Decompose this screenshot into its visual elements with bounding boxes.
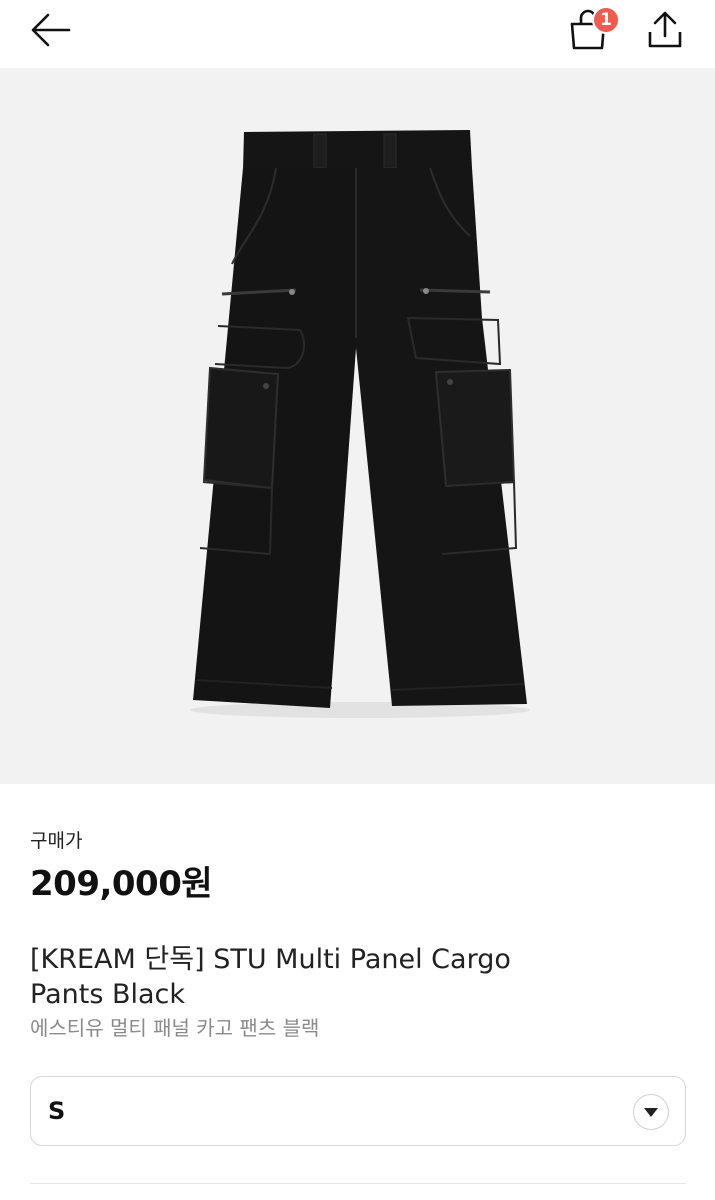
size-value: S bbox=[48, 1097, 66, 1125]
top-bar: 1 bbox=[0, 0, 715, 68]
share-upload-icon bbox=[648, 11, 682, 48]
chevron-down-icon bbox=[644, 1108, 658, 1117]
product-subtitle: 에스티유 멀티 패널 카고 팬츠 블랙 bbox=[30, 1016, 320, 1040]
arrow-left-icon bbox=[31, 13, 71, 47]
product-image-area[interactable] bbox=[0, 68, 715, 784]
price-label: 구매가 bbox=[30, 830, 83, 852]
share-button[interactable] bbox=[640, 6, 690, 54]
divider bbox=[30, 1183, 686, 1184]
cart-count-badge: 1 bbox=[592, 6, 620, 34]
size-chevron-button[interactable] bbox=[633, 1094, 669, 1130]
cargo-pants-image bbox=[190, 130, 530, 718]
back-button[interactable] bbox=[26, 8, 74, 52]
size-select[interactable]: S bbox=[30, 1076, 686, 1146]
cart-button[interactable]: 1 bbox=[562, 4, 620, 56]
price-value: 209,000원 bbox=[30, 864, 213, 904]
product-title: [KREAM 단독] STU Multi Panel Cargo Pants B… bbox=[30, 944, 511, 1010]
